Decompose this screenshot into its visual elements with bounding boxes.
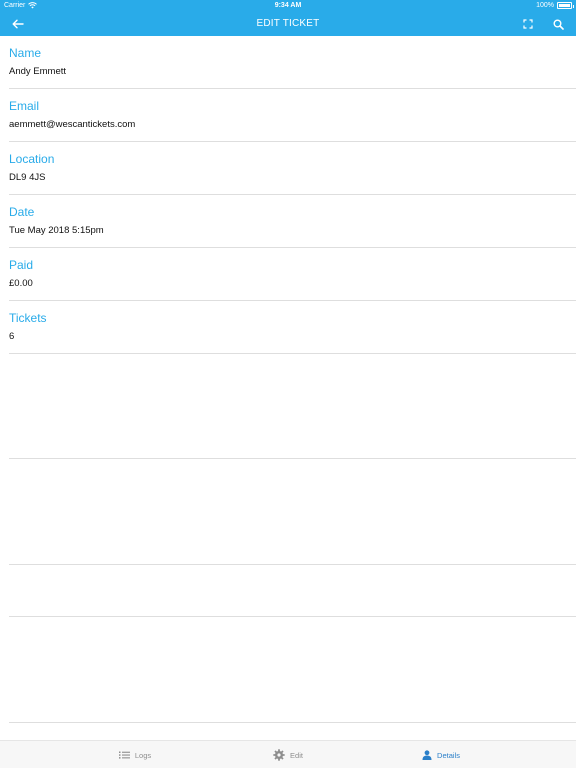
- name-field[interactable]: Name Andy Emmett: [9, 36, 576, 89]
- field-value: aemmett@wescantickets.com: [9, 119, 136, 130]
- field-value: Andy Emmett: [9, 66, 67, 77]
- field-value: Tue May 2018 5:15pm: [9, 225, 104, 236]
- fullscreen-button[interactable]: [519, 15, 537, 33]
- header: Carrier 9:34 AM 100% EDIT TICKET: [0, 0, 576, 36]
- field-label: Email: [9, 99, 40, 113]
- page-title: EDIT TICKET: [256, 18, 320, 29]
- email-field[interactable]: Email aemmett@wescantickets.com: [9, 89, 576, 142]
- tab-label: Edit: [290, 750, 303, 760]
- field-label: Location: [9, 152, 55, 166]
- tab-details[interactable]: Details: [345, 741, 537, 768]
- paid-field[interactable]: Paid £0.00: [9, 248, 576, 301]
- person-icon: [422, 750, 432, 760]
- expand-icon: [523, 19, 533, 29]
- navigation-bar: EDIT TICKET: [0, 12, 576, 36]
- battery-indicator: 100%: [536, 2, 574, 9]
- clock: 9:34 AM: [274, 2, 302, 9]
- field-label: Tickets: [9, 311, 47, 325]
- tickets-field[interactable]: Tickets 6: [9, 301, 576, 354]
- field-value: £0.00: [9, 278, 33, 289]
- field-value: DL9 4JS: [9, 172, 46, 183]
- search-icon: [553, 19, 564, 30]
- date-field[interactable]: Date Tue May 2018 5:15pm: [9, 195, 576, 248]
- tab-bar: Logs Edit Details: [0, 740, 576, 768]
- battery-icon: [557, 2, 574, 9]
- battery-percent: 100%: [536, 2, 554, 9]
- status-bar: Carrier 9:34 AM 100%: [0, 0, 576, 12]
- divider: [9, 616, 576, 617]
- list-icon: [118, 751, 130, 759]
- location-field[interactable]: Location DL9 4JS: [9, 142, 576, 195]
- divider: [9, 564, 576, 565]
- gear-icon: [273, 749, 285, 761]
- search-button[interactable]: [549, 15, 567, 33]
- tab-label: Details: [437, 750, 460, 760]
- ticket-details: Name Andy Emmett Email aemmett@wescantic…: [0, 36, 576, 354]
- field-label: Name: [9, 46, 42, 60]
- divider: [9, 722, 576, 723]
- field-value: 6: [9, 331, 15, 342]
- field-label: Paid: [9, 258, 34, 272]
- tab-label: Logs: [134, 750, 152, 760]
- field-label: Date: [9, 205, 35, 219]
- divider: [9, 458, 576, 459]
